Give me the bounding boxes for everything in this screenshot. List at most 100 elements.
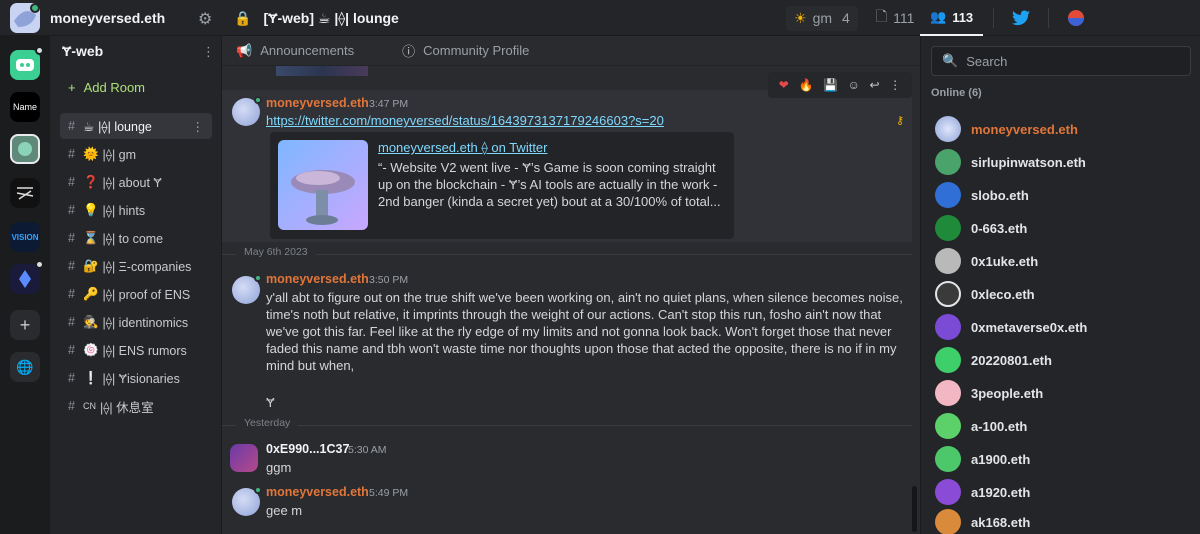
explore-button[interactable]: 🌐 [10, 352, 40, 382]
gear-icon[interactable]: ⚙ [198, 9, 212, 29]
room-emoji: 🌞 [82, 146, 99, 161]
server-vision[interactable]: VISION [10, 222, 40, 252]
search-input[interactable] [966, 53, 1167, 69]
tab-members[interactable]: 👥 113 [920, 0, 984, 36]
message-author[interactable]: 0xE990...1C37 [266, 442, 349, 456]
member-item[interactable]: 3people.eth [935, 379, 1043, 407]
member-avatar [935, 149, 961, 175]
member-avatar [935, 413, 961, 439]
more-icon[interactable]: ⋮ [889, 78, 901, 92]
room-menu-icon[interactable]: ⋮ [192, 119, 205, 134]
member-item[interactable]: sirlupinwatson.eth [935, 148, 1086, 176]
room-gm[interactable]: # 🌞 |⟠| gm [60, 141, 212, 167]
avatar[interactable] [232, 486, 262, 516]
server-active[interactable] [10, 134, 40, 164]
room-label: |⟠| 休息室 [99, 400, 154, 415]
embed-description: “- Website V2 went live - Ɏ’s Game is so… [378, 160, 721, 209]
server-sketch[interactable] [10, 178, 40, 208]
member-avatar [935, 182, 961, 208]
room-about[interactable]: # ❓ |⟠| about Ɏ [60, 169, 212, 195]
room-to-come[interactable]: # ⌛ |⟠| to come [60, 225, 212, 251]
member-item[interactable]: a1920.eth [935, 478, 1030, 506]
gm-label: gm [812, 10, 833, 26]
member-item[interactable]: slobo.eth [935, 181, 1029, 209]
room-emoji: 🕵 [82, 314, 99, 329]
room-hints[interactable]: # 💡 |⟠| hints [60, 197, 212, 223]
room-label: |⟠| lounge [98, 119, 152, 134]
avatar[interactable] [232, 274, 262, 304]
add-room-button[interactable]: + Add Room [68, 80, 145, 95]
user-menu[interactable]: moneyversed.eth ⚙ [0, 0, 222, 36]
add-space-button[interactable]: + [10, 310, 40, 340]
announcements-link[interactable]: 📢 Announcements [236, 43, 354, 59]
room-cn-lounge[interactable]: # CN |⟠| 休息室 [60, 393, 212, 419]
space-menu-icon[interactable]: ⋮ [202, 44, 215, 60]
pages-button[interactable]: 🗋 111 [868, 2, 923, 34]
chat-scrollbar[interactable] [912, 486, 917, 532]
member-item[interactable]: 0xleco.eth [935, 280, 1035, 308]
previous-embed-image [276, 66, 368, 76]
community-profile-link[interactable]: ⓘ Community Profile [402, 41, 529, 60]
tweet-link[interactable]: https://twitter.com/moneyversed/status/1… [266, 112, 664, 129]
room-proof-of-ens[interactable]: # 🔑 |⟠| proof of ENS [60, 281, 212, 307]
date-label: Yesterday [236, 417, 299, 429]
emoji-icon[interactable]: ☺ [848, 78, 860, 92]
room-visionaries[interactable]: # ❕ |⟠| Ɏisionaries [60, 365, 212, 391]
gm-count: 4 [842, 10, 850, 26]
globe-icon: 🌐 [16, 358, 34, 375]
link-embed: moneyversed.eth ⟠ on Twitter “- Website … [270, 132, 734, 239]
save-icon[interactable]: 💾 [823, 78, 838, 92]
fire-icon[interactable]: 🔥 [798, 78, 813, 92]
member-item[interactable]: 20220801.eth [935, 346, 1052, 374]
member-item[interactable]: a1900.eth [935, 445, 1030, 473]
date-divider: Yesterday [222, 417, 912, 433]
message-author[interactable]: moneyversed.eth [266, 485, 369, 499]
orb-icon [18, 142, 32, 156]
rainbow-icon[interactable] [1067, 9, 1085, 27]
hash-icon: # [68, 203, 75, 217]
hash-icon: # [68, 343, 75, 357]
reply-icon[interactable]: ↩ [869, 78, 879, 92]
member-avatar [935, 281, 961, 307]
member-name: moneyversed.eth [971, 121, 1078, 137]
server-name[interactable]: Name [10, 92, 40, 122]
member-name: 0x1uke.eth [971, 253, 1039, 269]
divider [993, 8, 995, 28]
room-lounge[interactable]: # ☕ |⟠| lounge ⋮ [60, 113, 212, 139]
avatar[interactable] [230, 444, 258, 472]
community-profile-label: Community Profile [423, 43, 530, 58]
avatar[interactable] [232, 96, 262, 126]
message-author[interactable]: moneyversed.eth [266, 96, 369, 110]
room-label: |⟠| gm [102, 147, 137, 162]
room-title: [Ɏ-web] ☕ |⟠| lounge [263, 9, 399, 26]
message-author[interactable]: moneyversed.eth [266, 272, 369, 286]
page-icon: 🗋 [875, 8, 888, 24]
space-title: Ɏ-web [62, 43, 104, 59]
embed-image[interactable] [278, 140, 368, 230]
hash-icon: # [68, 315, 75, 329]
member-item[interactable]: 0x1uke.eth [935, 247, 1038, 275]
username: moneyversed.eth [50, 10, 166, 26]
server-discord-bot[interactable] [10, 46, 44, 80]
room-ens-rumors[interactable]: # 🍥 |⟠| ENS rumors [60, 337, 212, 363]
member-item[interactable]: 0-663.eth [935, 214, 1027, 242]
member-search[interactable]: 🔍 [931, 46, 1191, 76]
server-ens[interactable] [10, 260, 44, 294]
twitter-icon[interactable] [1012, 10, 1031, 26]
member-item[interactable]: a-100.eth [935, 412, 1027, 440]
embed-title[interactable]: moneyversed.eth ⟠ on Twitter [378, 140, 548, 156]
member-item[interactable]: 0xmetaverse0x.eth [935, 313, 1087, 341]
gm-button[interactable]: ☀ gm 4 [786, 5, 858, 31]
heart-icon[interactable]: ❤ [779, 78, 789, 92]
member-avatar [935, 380, 961, 406]
member-name: 3people.eth [971, 385, 1044, 401]
room-emoji: ☕ [82, 119, 95, 134]
member-avatar [935, 347, 961, 373]
room-emoji: 🔑 [82, 286, 99, 301]
room-companies[interactable]: # 🔐 |⟠| Ξ-companies [60, 253, 212, 279]
member-item[interactable]: moneyversed.eth [935, 115, 1078, 143]
member-item[interactable]: ak168.eth [935, 508, 1030, 534]
member-avatar [935, 479, 961, 505]
message-body: y'all abt to figure out on the true shif… [266, 290, 903, 373]
room-identinomics[interactable]: # 🕵 |⟠| identinomics [60, 309, 212, 335]
